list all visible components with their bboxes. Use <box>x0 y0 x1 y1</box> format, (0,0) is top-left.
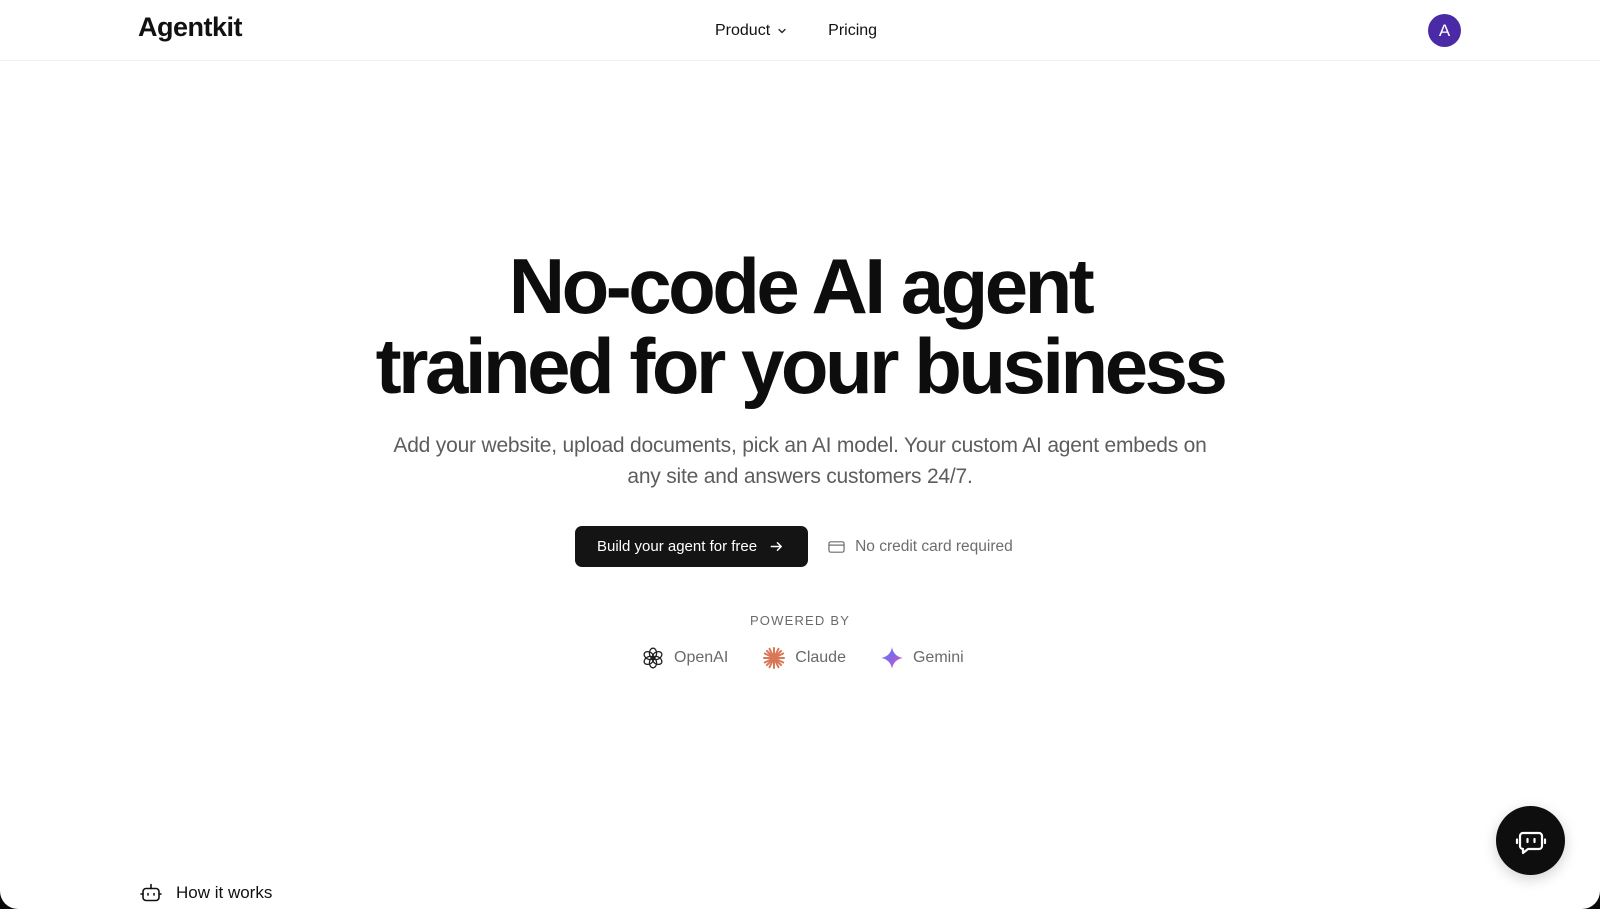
arrow-right-icon <box>770 542 783 551</box>
how-it-works-link[interactable]: How it works <box>140 882 272 904</box>
provider-name: Claude <box>795 649 846 666</box>
robot-icon <box>140 883 162 902</box>
credit-card-icon <box>828 540 845 553</box>
gemini-icon <box>880 647 903 669</box>
build-agent-button[interactable]: Build your agent for free <box>575 526 809 567</box>
provider-gemini: Gemini <box>880 646 964 670</box>
chevron-down-icon <box>778 28 786 34</box>
chat-widget-button[interactable] <box>1496 806 1565 875</box>
provider-claude: Claude <box>762 646 846 670</box>
nav-item-pricing[interactable]: Pricing <box>828 20 877 42</box>
provider-openai: OpenAI <box>641 646 728 670</box>
main-nav: Product Pricing <box>715 20 877 42</box>
powered-by-label: POWERED BY <box>749 613 851 628</box>
hero-title-line-1: No-code AI agent <box>508 242 1095 330</box>
nav-item-product[interactable]: Product <box>715 20 788 42</box>
provider-list: OpenAI Claude Gemini <box>641 645 964 671</box>
nav-item-label: Product <box>715 22 771 39</box>
no-credit-card-note: No credit card required <box>828 538 1013 556</box>
provider-name: Gemini <box>912 649 964 666</box>
nav-item-label: Pricing <box>828 22 878 39</box>
brand-logo[interactable]: Agentkit <box>138 12 243 43</box>
hero-title: No-code AI agent trained for your busine… <box>0 246 1600 406</box>
chat-bot-icon <box>1515 831 1546 854</box>
provider-name: OpenAI <box>674 649 729 666</box>
openai-icon <box>643 647 663 669</box>
hero-title-line-2: trained for your business <box>375 322 1228 410</box>
page: Agentkit Product Pricing A No-code AI ag… <box>0 0 1600 909</box>
cta-row: Build your agent for free No credit card… <box>575 526 1013 567</box>
top-nav: Agentkit Product Pricing A <box>0 0 1600 61</box>
build-agent-button-label: Build your agent for free <box>597 538 758 555</box>
hero-subtitle: Add your website, upload documents, pick… <box>393 434 1207 488</box>
how-it-works-label: How it works <box>176 883 273 902</box>
claude-icon <box>763 647 786 669</box>
no-credit-card-text: No credit card required <box>855 537 1013 555</box>
user-avatar[interactable]: A <box>1428 14 1461 47</box>
